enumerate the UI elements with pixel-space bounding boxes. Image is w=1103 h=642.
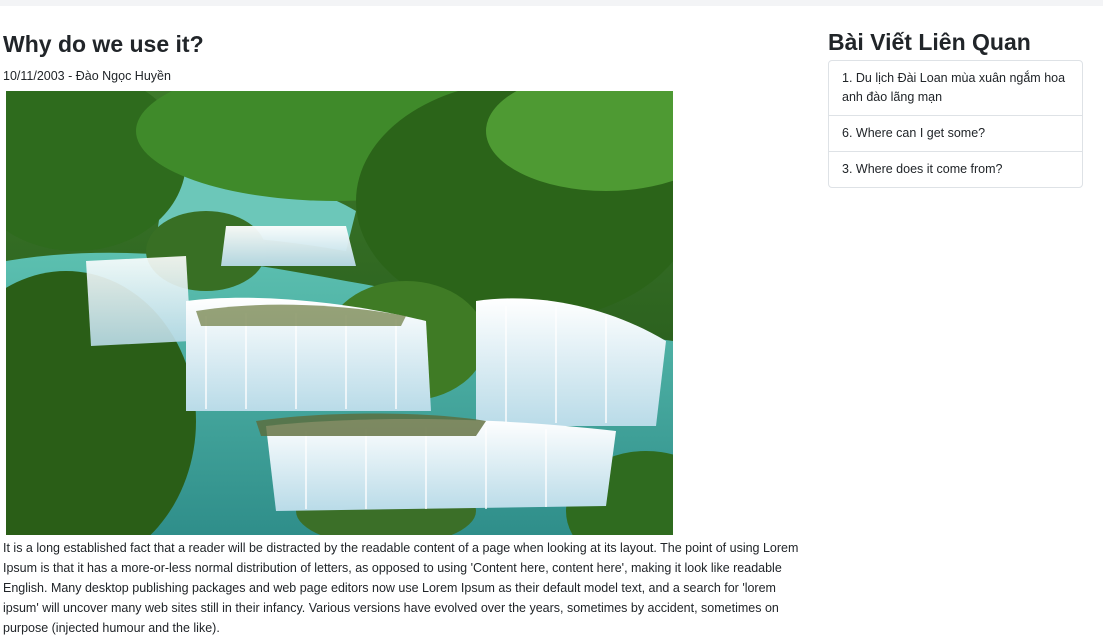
- article-title: Why do we use it?: [3, 31, 204, 57]
- article-image: [6, 91, 673, 535]
- related-post-link[interactable]: 1. Du lịch Đài Loan mùa xuân ngắm hoa an…: [829, 61, 1082, 115]
- related-posts-title: Bài Viết Liên Quan: [828, 29, 1031, 55]
- related-post-link[interactable]: 3. Where does it come from?: [829, 151, 1082, 187]
- article: Why do we use it? 10/11/2003 - Đào Ngọc …: [3, 30, 813, 638]
- related-post-link[interactable]: 6. Where can I get some?: [829, 115, 1082, 151]
- waterfall-photo: [6, 91, 673, 535]
- article-body: It is a long established fact that a rea…: [3, 541, 799, 635]
- article-meta: 10/11/2003 - Đào Ngọc Huyền: [3, 69, 171, 83]
- top-bar: [0, 0, 1103, 6]
- related-posts-list: 1. Du lịch Đài Loan mùa xuân ngắm hoa an…: [828, 60, 1083, 188]
- related-posts: Bài Viết Liên Quan 1. Du lịch Đài Loan m…: [828, 28, 1083, 204]
